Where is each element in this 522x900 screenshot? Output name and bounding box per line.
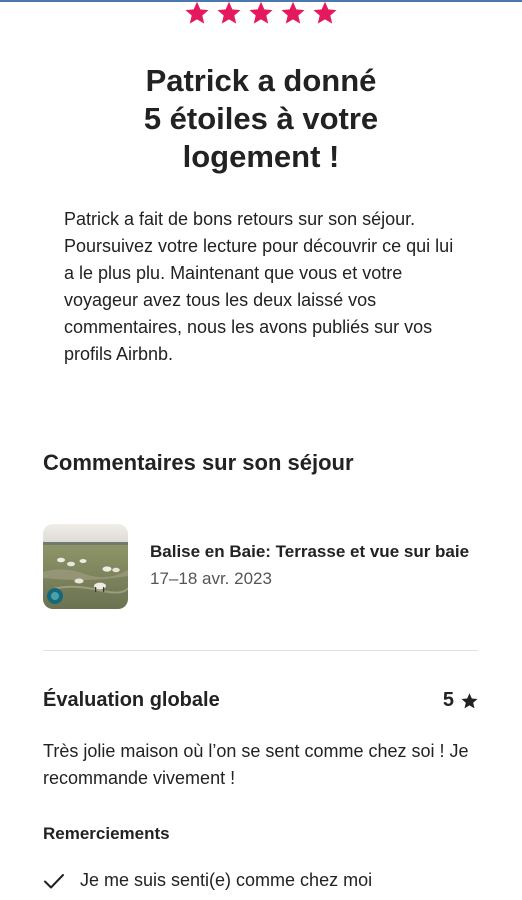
title-line: 5 étoiles à votre [143,101,379,136]
star-icon [313,1,337,24]
thanks-title: Remerciements [43,824,170,843]
star-icon [217,1,241,24]
checkmark-icon [44,873,64,888]
star-icon [185,1,209,24]
thanks-item-label: Je me suis senti(e) comme chez moi [80,870,373,890]
title-line: logement ! [182,139,340,174]
listing-card[interactable]: Balise en Baie: Terrasse et vue sur baie… [43,523,483,609]
stay-dates: 17–18 avr. 2023 [150,569,272,588]
page-title: Patrick a donné 5 étoiles à votre logeme… [60,62,462,176]
review-text: Très jolie maison où l’on se sent comme … [43,741,469,788]
title-line: Patrick a donné [145,63,377,98]
rating-stars [0,0,522,26]
intro-paragraph: Patrick a fait de bons retours sur son s… [64,209,454,364]
star-icon [281,1,305,24]
star-icon [249,1,273,24]
overall-rating-score: 5 [443,689,479,712]
listing-name: Balise en Baie: Terrasse et vue sur baie [150,542,470,561]
overall-rating-label: Évaluation globale [43,689,220,711]
score-value: 5 [442,689,454,711]
section-title: Commentaires sur son séjour [43,450,354,475]
thanks-item: Je me suis senti(e) comme chez moi [43,870,372,891]
divider [43,650,478,651]
listing-thumbnail [43,523,128,609]
star-icon [461,692,478,708]
